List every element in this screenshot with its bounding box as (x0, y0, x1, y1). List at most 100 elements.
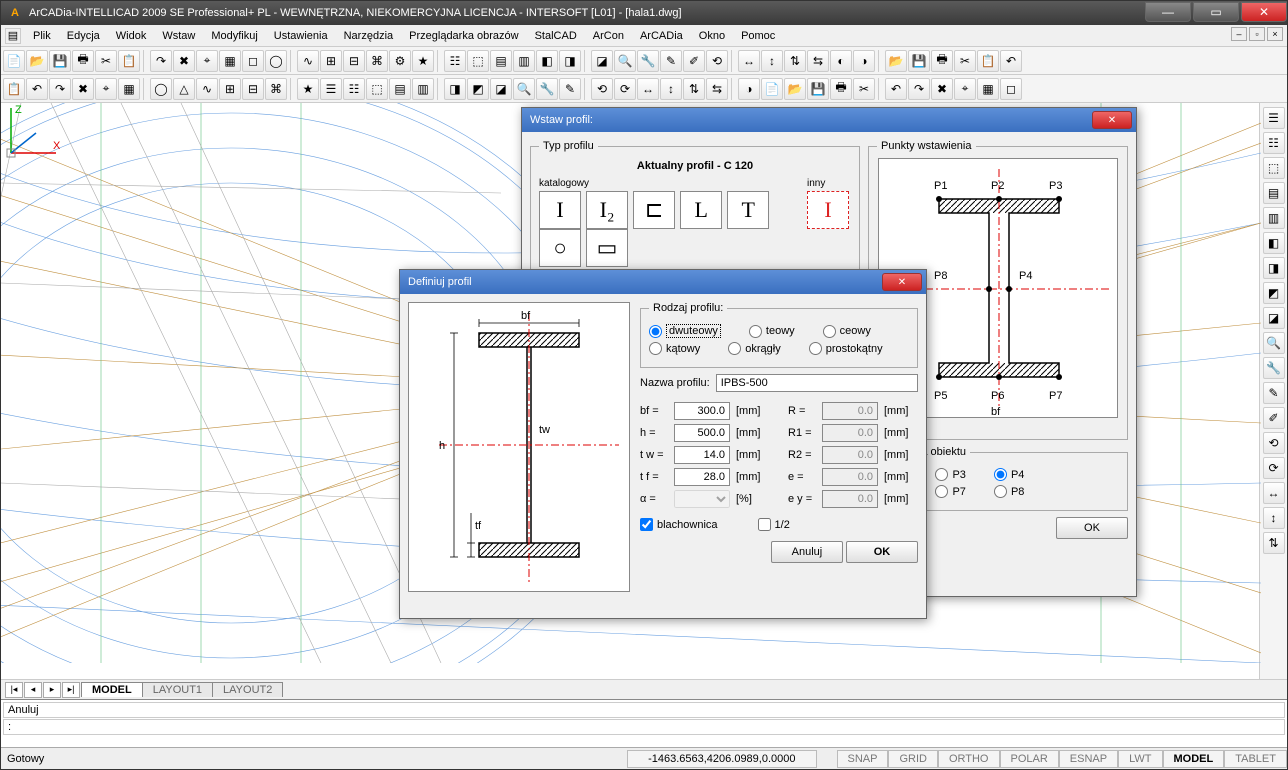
close-button[interactable]: ✕ (1241, 2, 1287, 22)
radio-p3[interactable] (935, 468, 948, 481)
toolbar2-btn-4[interactable]: ⌖ (95, 78, 117, 100)
toolbar1-btn-21[interactable]: ☷ (444, 50, 466, 72)
toolbar1-btn-44[interactable]: 🖶 (931, 50, 953, 72)
toolbar2-btn-9[interactable]: ∿ (196, 78, 218, 100)
toolbar2-btn-39[interactable]: 🖶 (830, 78, 852, 100)
toolbar2-btn-19[interactable]: ▥ (412, 78, 434, 100)
toolbar1-btn-8[interactable]: ✖ (173, 50, 195, 72)
toolbar1-btn-31[interactable]: ✎ (660, 50, 682, 72)
toolbar1-btn-29[interactable]: 🔍 (614, 50, 636, 72)
toolbar1-btn-47[interactable]: ↶ (1000, 50, 1022, 72)
dialog-define-close[interactable]: ✕ (882, 273, 922, 291)
toolbar1-btn-35[interactable]: ↔ (738, 50, 760, 72)
right-btn-5[interactable]: ◧ (1263, 232, 1285, 254)
toolbar1-btn-10[interactable]: ▦ (219, 50, 241, 72)
status-lwt[interactable]: LWT (1118, 750, 1162, 768)
status-esnap[interactable]: ESNAP (1059, 750, 1118, 768)
toolbar1-btn-9[interactable]: ⌖ (196, 50, 218, 72)
toolbar1-btn-36[interactable]: ↕ (761, 50, 783, 72)
menu-widok[interactable]: Widok (108, 27, 155, 45)
toolbar2-btn-47[interactable]: ◻ (1000, 78, 1022, 100)
tab-first[interactable]: |◂ (5, 682, 23, 698)
toolbar1-btn-30[interactable]: 🔧 (637, 50, 659, 72)
tab-layout2[interactable]: LAYOUT2 (212, 682, 283, 697)
toolbar2-btn-5[interactable]: ▦ (118, 78, 140, 100)
right-btn-15[interactable]: ↔ (1263, 482, 1285, 504)
toolbar1-btn-0[interactable]: 📄 (3, 50, 25, 72)
toolbar2-btn-32[interactable]: ⇅ (683, 78, 705, 100)
menu-plik[interactable]: Plik (25, 27, 59, 45)
toolbar2-btn-12[interactable]: ⌘ (265, 78, 287, 100)
insert-ok-button[interactable]: OK (1056, 517, 1128, 539)
profile-btn-I2[interactable]: I₂ (586, 191, 628, 229)
profile-btn-custom[interactable]: I (807, 191, 849, 229)
toolbar2-btn-0[interactable]: 📋 (3, 78, 25, 100)
toolbar1-btn-5[interactable]: 📋 (118, 50, 140, 72)
toolbar2-btn-36[interactable]: 📄 (761, 78, 783, 100)
radio-p8[interactable] (994, 485, 1007, 498)
tab-model[interactable]: MODEL (81, 682, 143, 697)
toolbar2-btn-29[interactable]: ⟳ (614, 78, 636, 100)
tab-next[interactable]: ▸ (43, 682, 61, 698)
toolbar2-btn-22[interactable]: ◩ (467, 78, 489, 100)
menu-ustawienia[interactable]: Ustawienia (266, 27, 336, 45)
toolbar2-btn-23[interactable]: ◪ (490, 78, 512, 100)
command-prompt[interactable]: : (3, 719, 1285, 735)
toolbar1-btn-14[interactable]: ∿ (297, 50, 319, 72)
mdi-close[interactable]: × (1267, 27, 1283, 41)
toolbar1-btn-39[interactable]: ◐ (830, 50, 852, 72)
toolbar2-btn-18[interactable]: ▤ (389, 78, 411, 100)
toolbar2-btn-11[interactable]: ⊟ (242, 78, 264, 100)
profile-btn-T[interactable]: T (727, 191, 769, 229)
right-btn-3[interactable]: ▤ (1263, 182, 1285, 204)
radio-dwuteowy[interactable] (649, 325, 662, 338)
toolbar2-btn-2[interactable]: ↷ (49, 78, 71, 100)
status-polar[interactable]: POLAR (1000, 750, 1059, 768)
toolbar1-btn-15[interactable]: ⊞ (320, 50, 342, 72)
toolbar2-btn-38[interactable]: 💾 (807, 78, 829, 100)
toolbar2-btn-10[interactable]: ⊞ (219, 78, 241, 100)
toolbar1-btn-42[interactable]: 📂 (885, 50, 907, 72)
toolbar1-btn-33[interactable]: ⟲ (706, 50, 728, 72)
right-btn-13[interactable]: ⟲ (1263, 432, 1285, 454)
toolbar1-btn-26[interactable]: ◨ (559, 50, 581, 72)
toolbar1-btn-22[interactable]: ⬚ (467, 50, 489, 72)
mdi-restore[interactable]: ▫ (1249, 27, 1265, 41)
input-nazwa[interactable] (716, 374, 918, 392)
menu-edycja[interactable]: Edycja (59, 27, 108, 45)
toolbar1-btn-4[interactable]: ✂ (95, 50, 117, 72)
toolbar1-btn-11[interactable]: ◻ (242, 50, 264, 72)
toolbar1-btn-16[interactable]: ⊟ (343, 50, 365, 72)
maximize-button[interactable]: ▭ (1193, 2, 1239, 22)
toolbar2-btn-40[interactable]: ✂ (853, 78, 875, 100)
right-btn-4[interactable]: ▥ (1263, 207, 1285, 229)
radio-prostokatny[interactable] (809, 342, 822, 355)
toolbar2-btn-25[interactable]: 🔧 (536, 78, 558, 100)
define-cancel-button[interactable]: Anuluj (771, 541, 843, 563)
menu-modyfikuj[interactable]: Modyfikuj (203, 27, 265, 45)
toolbar1-btn-24[interactable]: ▥ (513, 50, 535, 72)
minimize-button[interactable]: — (1145, 2, 1191, 22)
menu-przegladarka[interactable]: Przeglądarka obrazów (401, 27, 526, 45)
toolbar1-btn-17[interactable]: ⌘ (366, 50, 388, 72)
toolbar2-btn-43[interactable]: ↷ (908, 78, 930, 100)
right-btn-11[interactable]: ✎ (1263, 382, 1285, 404)
dialog-insert-title-bar[interactable]: Wstaw profil: ✕ (522, 108, 1136, 132)
right-btn-8[interactable]: ◪ (1263, 307, 1285, 329)
dialog-define-title-bar[interactable]: Definiuj profil ✕ (400, 270, 926, 294)
tab-layout1[interactable]: LAYOUT1 (142, 682, 213, 697)
profile-btn-rect[interactable]: ▭ (586, 229, 628, 267)
toolbar2-btn-42[interactable]: ↶ (885, 78, 907, 100)
toolbar2-btn-7[interactable]: ◯ (150, 78, 172, 100)
status-snap[interactable]: SNAP (837, 750, 889, 768)
toolbar2-btn-28[interactable]: ⟲ (591, 78, 613, 100)
toolbar1-btn-23[interactable]: ▤ (490, 50, 512, 72)
command-area[interactable]: Anuluj : (1, 699, 1287, 747)
toolbar2-btn-8[interactable]: △ (173, 78, 195, 100)
status-grid[interactable]: GRID (888, 750, 938, 768)
toolbar1-btn-37[interactable]: ⇅ (784, 50, 806, 72)
menu-pomoc[interactable]: Pomoc (733, 27, 783, 45)
toolbar2-btn-44[interactable]: ✖ (931, 78, 953, 100)
toolbar2-btn-17[interactable]: ⬚ (366, 78, 388, 100)
toolbar1-btn-32[interactable]: ✐ (683, 50, 705, 72)
